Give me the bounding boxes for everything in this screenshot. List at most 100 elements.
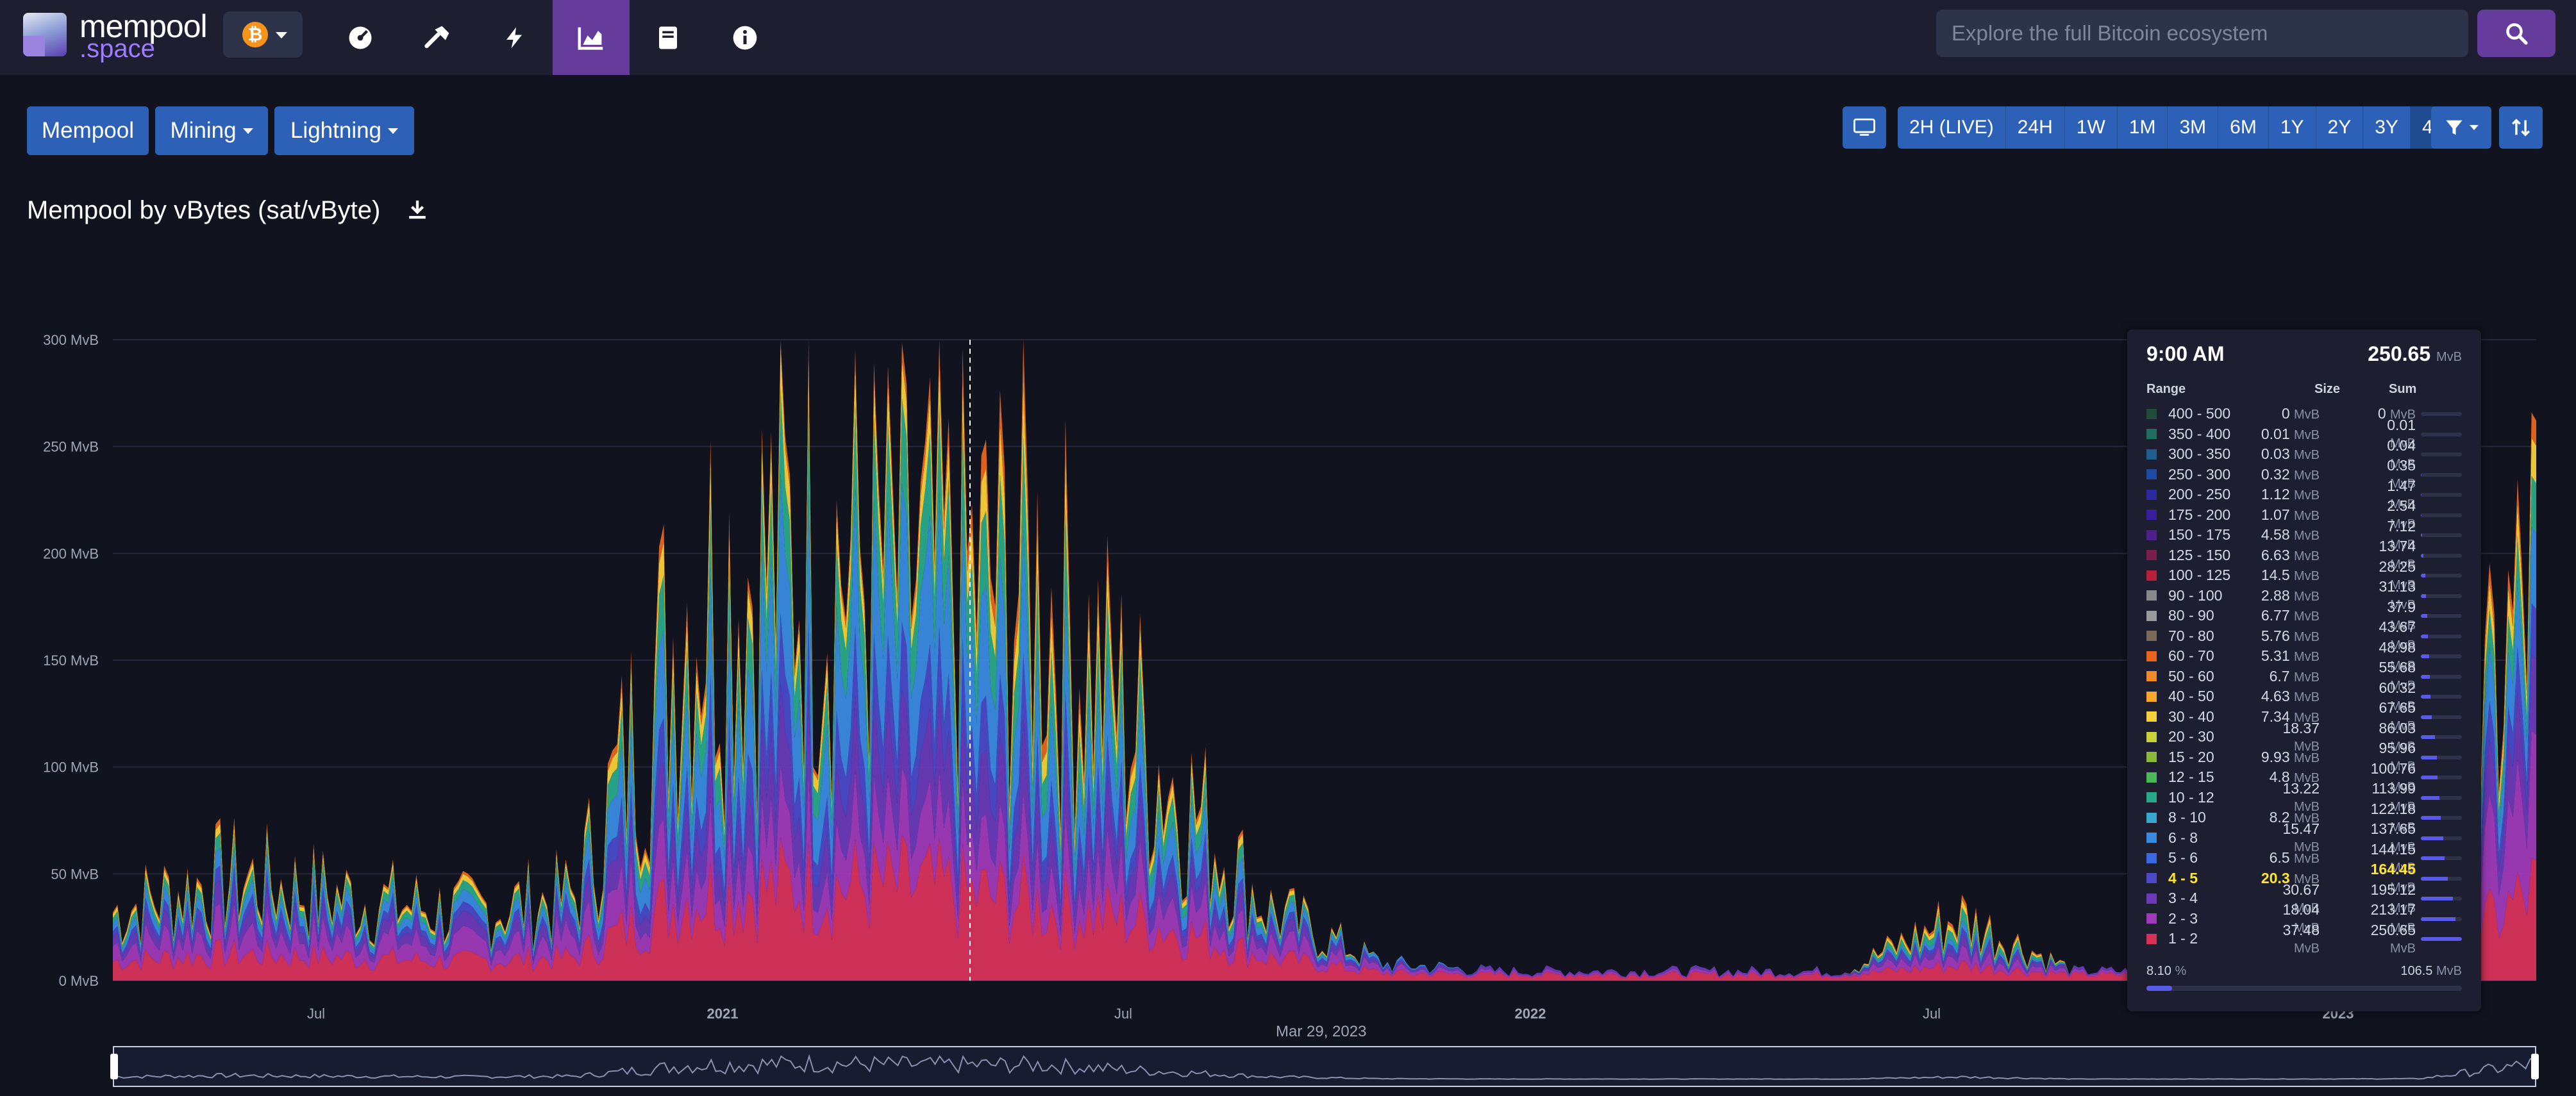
network-selector[interactable]: ₿ <box>223 12 303 58</box>
tooltip-range: 10 - 12 <box>2168 788 2214 806</box>
tooltip-col-sum: Sum <box>2389 382 2417 396</box>
series-swatch <box>2146 852 2157 863</box>
tooltip-sum-bar <box>2421 897 2462 901</box>
zoom-handle-left[interactable] <box>110 1054 118 1079</box>
tooltip-size: 0.03 MvB <box>2261 445 2320 463</box>
filter-button[interactable] <box>2431 106 2491 149</box>
sort-arrows-icon <box>2512 119 2530 137</box>
lightning-icon[interactable] <box>476 0 553 75</box>
tooltip-size: 37.48 MvB <box>2282 921 2320 956</box>
tooltip-row: 60 - 70 5.31 MvB 48.98 MvB <box>2146 639 2467 673</box>
tooltip-sum-bar <box>2421 574 2462 577</box>
range-button-2y[interactable]: 2Y <box>2316 106 2364 149</box>
y-tick-label: 250 MvB <box>43 439 99 455</box>
tooltip-row: 1 - 2 37.48 MvB 250.65 MvB <box>2146 922 2467 956</box>
series-swatch <box>2146 449 2157 460</box>
tooltip-size: 2.88 MvB <box>2261 586 2320 604</box>
range-button-24h[interactable]: 24H <box>2005 106 2065 149</box>
logo-mark <box>23 13 67 56</box>
y-tick-label: 0 MvB <box>59 973 99 989</box>
tooltip-range: 40 - 50 <box>2168 688 2214 705</box>
tab-lightning[interactable]: Lightning <box>274 106 414 155</box>
tooltip-size: 6.5 MvB <box>2269 849 2320 867</box>
tooltip-row: 40 - 50 4.63 MvB 60.32 MvB <box>2146 679 2467 713</box>
tooltip-row: 6 - 8 15.47 MvB 137.65 MvB <box>2146 820 2467 854</box>
series-swatch <box>2146 590 2157 601</box>
x-tick-label: 2022 <box>1515 1006 1546 1022</box>
graphs-icon[interactable] <box>553 0 630 75</box>
tooltip-sum-bar <box>2421 816 2462 820</box>
tooltip-row: 10 - 12 13.22 MvB 113.99 MvB <box>2146 780 2467 814</box>
invert-order-button[interactable] <box>2499 106 2543 149</box>
tooltip-size: 0.01 MvB <box>2261 425 2320 442</box>
tooltip-range: 3 - 4 <box>2168 890 2198 907</box>
zoom-slider[interactable] <box>110 1046 2539 1087</box>
range-button-1w[interactable]: 1W <box>2064 106 2118 149</box>
series-swatch <box>2146 873 2157 884</box>
tooltip-size: 14.5 MvB <box>2261 567 2320 584</box>
tooltip-sum-bar <box>2421 432 2462 436</box>
series-swatch <box>2146 772 2157 783</box>
mining-icon[interactable] <box>399 0 476 75</box>
range-button-2h-live-[interactable]: 2H (LIVE) <box>1898 106 2006 149</box>
docs-icon[interactable] <box>630 0 707 75</box>
range-button-3y[interactable]: 3Y <box>2363 106 2411 149</box>
tooltip-row: 15 - 20 9.93 MvB 95.96 MvB <box>2146 740 2467 774</box>
tooltip-range: 125 - 150 <box>2168 546 2231 563</box>
tooltip-range: 15 - 20 <box>2168 748 2214 765</box>
search-icon <box>2506 23 2528 45</box>
tooltip-range: 5 - 6 <box>2168 849 2198 867</box>
tooltip-sum-bar <box>2421 634 2462 638</box>
y-tick-label: 150 MvB <box>43 652 99 668</box>
tooltip-row: 20 - 30 18.37 MvB 86.03 MvB <box>2146 720 2467 754</box>
tooltip-size: 0.32 MvB <box>2261 465 2320 483</box>
tooltip-range: 6 - 8 <box>2168 829 2198 846</box>
tooltip-sum-bar <box>2421 735 2462 739</box>
series-swatch <box>2146 792 2157 803</box>
tooltip-range: 150 - 175 <box>2168 526 2231 544</box>
tooltip-size: 1.07 MvB <box>2261 506 2320 523</box>
series-swatch <box>2146 691 2157 702</box>
search-input[interactable] <box>1936 10 2468 57</box>
zoom-handle-right[interactable] <box>2531 1054 2539 1079</box>
y-tick-label: 100 MvB <box>43 760 99 776</box>
tooltip-row: 300 - 350 0.03 MvB 0.04 MvB <box>2146 437 2467 471</box>
tab-mining[interactable]: Mining <box>155 106 268 155</box>
range-button-1y[interactable]: 1Y <box>2268 106 2316 149</box>
series-swatch <box>2146 408 2157 419</box>
tv-view-button[interactable] <box>1843 106 1886 149</box>
tooltip-sum-bar <box>2421 876 2462 881</box>
tooltip-range: 300 - 350 <box>2168 445 2231 463</box>
range-button-3m[interactable]: 3M <box>2168 106 2219 149</box>
tooltip-sum-bar <box>2421 553 2462 558</box>
series-swatch <box>2146 529 2157 540</box>
tooltip-size: 6.63 MvB <box>2261 546 2320 563</box>
navbar: mempool .space ₿ <box>0 0 2576 75</box>
tooltip-sum-bar <box>2421 917 2462 921</box>
download-icon[interactable] <box>406 199 428 220</box>
tooltip-row: 90 - 100 2.88 MvB 31.13 MvB <box>2146 578 2467 612</box>
range-button-1m[interactable]: 1M <box>2117 106 2168 149</box>
tooltip-size: 1.12 MvB <box>2261 486 2320 503</box>
filter-icon <box>2446 120 2463 135</box>
tooltip-sum-bar <box>2421 795 2462 800</box>
tooltip-size: 6.77 MvB <box>2261 607 2320 624</box>
tooltip-col-size: Size <box>2314 382 2341 396</box>
page-title: Mempool by vBytes (sat/vByte) <box>27 196 381 224</box>
tooltip-range: 90 - 100 <box>2168 586 2223 604</box>
x-tick-label: 2021 <box>707 1006 739 1022</box>
range-button-6m[interactable]: 6M <box>2218 106 2269 149</box>
search-button[interactable] <box>2477 10 2555 57</box>
tooltip-row: 5 - 6 6.5 MvB 144.15 MvB <box>2146 841 2467 875</box>
tooltip-range: 400 - 500 <box>2168 405 2231 422</box>
dashboard-icon[interactable] <box>322 0 399 75</box>
tooltip-size: 4.58 MvB <box>2261 526 2320 544</box>
zoom-date-label: Mar 29, 2023 <box>1276 1023 1367 1040</box>
tooltip-sum-bar <box>2421 674 2462 679</box>
about-icon[interactable] <box>707 0 783 75</box>
tab-mempool[interactable]: Mempool <box>27 106 149 155</box>
tooltip-range: 250 - 300 <box>2168 465 2231 483</box>
x-tick-label: Jul <box>307 1006 325 1022</box>
tooltip-total: 250.65 MvB <box>2368 342 2462 365</box>
mempool-logo[interactable]: mempool .space <box>23 8 209 65</box>
